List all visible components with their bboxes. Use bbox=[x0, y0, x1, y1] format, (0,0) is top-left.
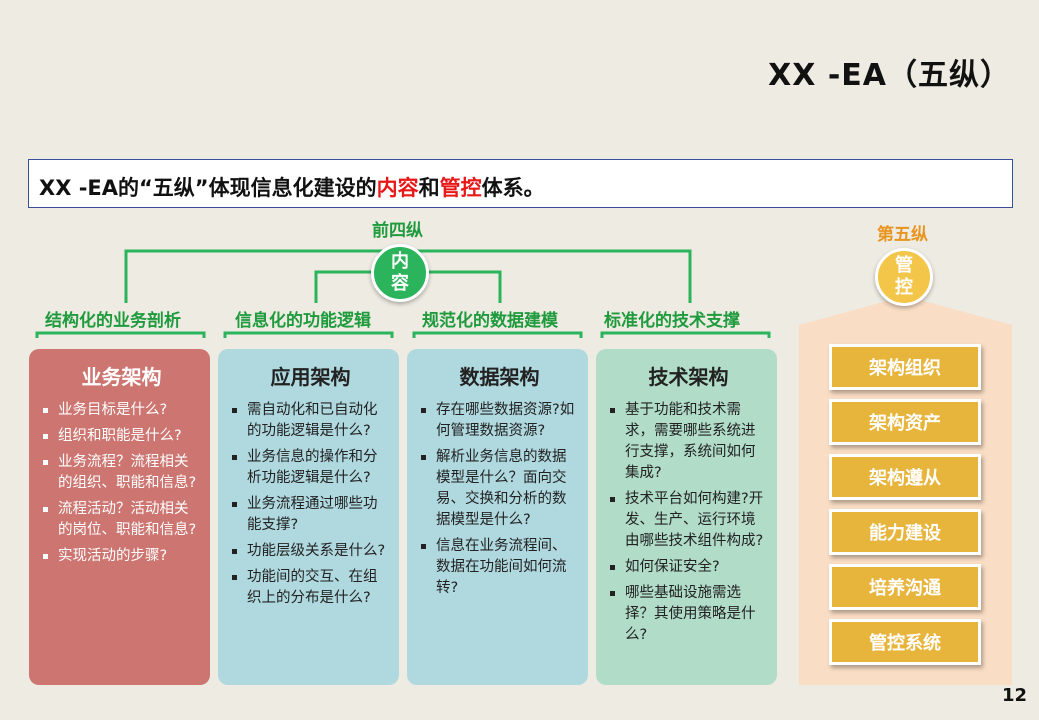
group-label: 前四纵 bbox=[372, 221, 423, 241]
list-item: 功能层级关系是什么? bbox=[230, 541, 391, 562]
col-bracket-3 bbox=[412, 331, 583, 338]
list-item: 技术平台如何构建?开发、生产、运行环境由哪些技术组件构成? bbox=[608, 489, 769, 552]
list-item: 如何保证安全? bbox=[608, 557, 769, 578]
list-item: 解析业务信息的数据模型是什么？面向交易、交换和分析的数据模型是什么? bbox=[419, 447, 580, 531]
list-item: 信息在业务流程间、数据在功能间如何流转? bbox=[419, 536, 580, 599]
list-item: 哪些基础设施需选择？其使用策略是什么? bbox=[608, 583, 769, 646]
list-item: 功能间的交互、在组织上的分布是什么? bbox=[230, 567, 391, 609]
column-header-business: 结构化的业务剖析 bbox=[45, 311, 181, 331]
page-number: 12 bbox=[1001, 685, 1027, 706]
fifth-label: 第五纵 bbox=[877, 225, 928, 245]
col-bracket-1 bbox=[35, 331, 206, 338]
column-header-application: 信息化的功能逻辑 bbox=[235, 311, 371, 331]
control-circle: 管控 bbox=[875, 248, 933, 306]
business-architecture-card: 业务架构 业务目标是什么? 组织和职能是什么? 业务流程？流程相关的组织、职能和… bbox=[29, 349, 210, 685]
control-item-control-system: 管控系统 bbox=[829, 619, 981, 665]
col-bracket-4 bbox=[600, 331, 771, 338]
list-item: 业务目标是什么? bbox=[41, 400, 202, 421]
list-item: 业务流程？流程相关的组织、职能和信息? bbox=[41, 452, 202, 494]
card-title: 技术架构 bbox=[648, 365, 729, 389]
card-title: 应用架构 bbox=[270, 365, 351, 389]
card-title: 数据架构 bbox=[459, 365, 540, 389]
control-item-architecture-assets: 架构资产 bbox=[829, 399, 981, 445]
list-item: 业务流程通过哪些功能支撑? bbox=[230, 494, 391, 536]
list-item: 业务信息的操作和分析功能逻辑是什么? bbox=[230, 447, 391, 489]
control-panel: 架构组织 架构资产 架构遵从 能力建设 培养沟通 管控系统 bbox=[799, 300, 1012, 685]
list-item: 流程活动？活动相关的岗位、职能和信息? bbox=[41, 499, 202, 541]
list-item: 实现活动的步骤? bbox=[41, 546, 202, 567]
list-item: 组织和职能是什么? bbox=[41, 426, 202, 447]
technology-architecture-card: 技术架构 基于功能和技术需求，需要哪些系统进行支撑，系统间如何集成? 技术平台如… bbox=[596, 349, 777, 685]
control-item-communication: 培养沟通 bbox=[829, 564, 981, 610]
list-item: 需自动化和已自动化的功能逻辑是什么? bbox=[230, 400, 391, 442]
content-circle: 内容 bbox=[371, 244, 429, 302]
application-architecture-card: 应用架构 需自动化和已自动化的功能逻辑是什么? 业务信息的操作和分析功能逻辑是什… bbox=[218, 349, 399, 685]
data-architecture-card: 数据架构 存在哪些数据资源?如何管理数据资源? 解析业务信息的数据模型是什么？面… bbox=[407, 349, 588, 685]
list-item: 存在哪些数据资源?如何管理数据资源? bbox=[419, 400, 580, 442]
control-item-architecture-org: 架构组织 bbox=[829, 344, 981, 390]
control-item-architecture-compliance: 架构遵从 bbox=[829, 454, 981, 500]
card-title: 业务架构 bbox=[81, 365, 162, 389]
control-item-capability-building: 能力建设 bbox=[829, 509, 981, 555]
column-header-data: 规范化的数据建模 bbox=[422, 311, 558, 331]
list-item: 基于功能和技术需求，需要哪些系统进行支撑，系统间如何集成? bbox=[608, 400, 769, 484]
col-bracket-2 bbox=[223, 331, 394, 338]
column-header-technology: 标准化的技术支撑 bbox=[604, 311, 740, 331]
